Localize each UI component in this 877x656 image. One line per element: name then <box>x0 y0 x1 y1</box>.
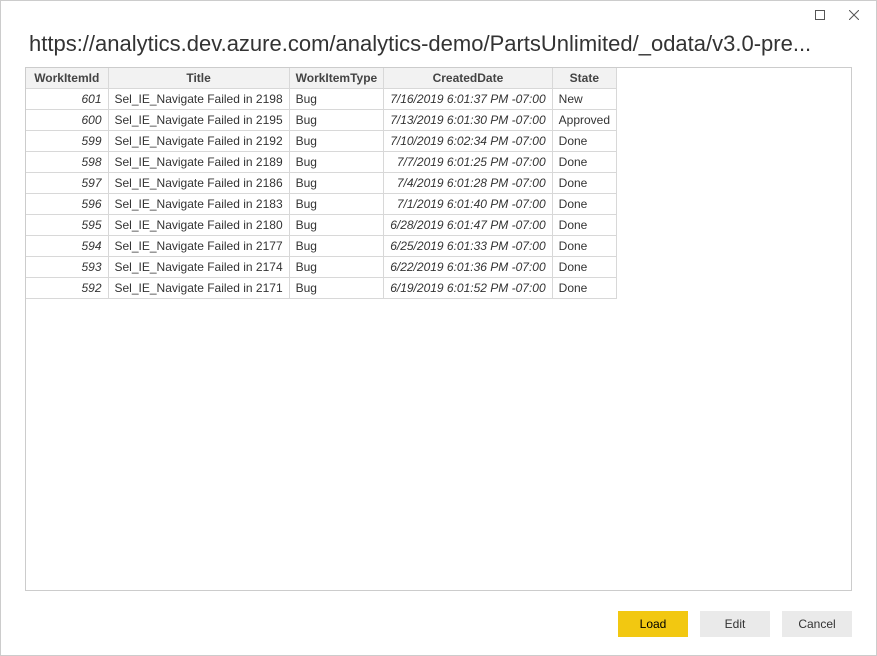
cell-createddate: 7/10/2019 6:02:34 PM -07:00 <box>384 131 552 152</box>
cell-workitemid: 594 <box>26 236 108 257</box>
page-title: https://analytics.dev.azure.com/analytic… <box>1 29 876 67</box>
cell-state: Done <box>552 152 616 173</box>
table-row[interactable]: 598Sel_IE_Navigate Failed in 2189Bug7/7/… <box>26 152 617 173</box>
cell-createddate: 7/4/2019 6:01:28 PM -07:00 <box>384 173 552 194</box>
cell-state: Done <box>552 278 616 299</box>
cell-title: Sel_IE_Navigate Failed in 2180 <box>108 215 289 236</box>
cell-workitemtype: Bug <box>289 257 384 278</box>
edit-button[interactable]: Edit <box>700 611 770 637</box>
cell-state: Done <box>552 131 616 152</box>
cell-title: Sel_IE_Navigate Failed in 2198 <box>108 89 289 110</box>
cell-workitemtype: Bug <box>289 110 384 131</box>
col-header-workitemtype[interactable]: WorkItemType <box>289 68 384 89</box>
cell-workitemid: 593 <box>26 257 108 278</box>
table-row[interactable]: 597Sel_IE_Navigate Failed in 2186Bug7/4/… <box>26 173 617 194</box>
cell-workitemtype: Bug <box>289 278 384 299</box>
table-row[interactable]: 596Sel_IE_Navigate Failed in 2183Bug7/1/… <box>26 194 617 215</box>
close-button[interactable] <box>840 5 868 25</box>
cell-workitemid: 597 <box>26 173 108 194</box>
maximize-icon <box>815 10 825 20</box>
table-row[interactable]: 595Sel_IE_Navigate Failed in 2180Bug6/28… <box>26 215 617 236</box>
cell-workitemid: 599 <box>26 131 108 152</box>
col-header-createddate[interactable]: CreatedDate <box>384 68 552 89</box>
cell-workitemtype: Bug <box>289 173 384 194</box>
cell-workitemid: 596 <box>26 194 108 215</box>
cancel-button[interactable]: Cancel <box>782 611 852 637</box>
cell-workitemid: 595 <box>26 215 108 236</box>
close-icon <box>849 10 859 20</box>
dialog-window: https://analytics.dev.azure.com/analytic… <box>0 0 877 656</box>
table-row[interactable]: 594Sel_IE_Navigate Failed in 2177Bug6/25… <box>26 236 617 257</box>
table-row[interactable]: 592Sel_IE_Navigate Failed in 2171Bug6/19… <box>26 278 617 299</box>
cell-title: Sel_IE_Navigate Failed in 2189 <box>108 152 289 173</box>
cell-workitemid: 601 <box>26 89 108 110</box>
col-header-workitemid[interactable]: WorkItemId <box>26 68 108 89</box>
cell-workitemid: 598 <box>26 152 108 173</box>
load-button[interactable]: Load <box>618 611 688 637</box>
cell-title: Sel_IE_Navigate Failed in 2192 <box>108 131 289 152</box>
cell-state: Done <box>552 215 616 236</box>
cell-workitemtype: Bug <box>289 215 384 236</box>
table-row[interactable]: 599Sel_IE_Navigate Failed in 2192Bug7/10… <box>26 131 617 152</box>
cell-createddate: 6/28/2019 6:01:47 PM -07:00 <box>384 215 552 236</box>
cell-state: Done <box>552 173 616 194</box>
col-header-title[interactable]: Title <box>108 68 289 89</box>
cell-createddate: 7/16/2019 6:01:37 PM -07:00 <box>384 89 552 110</box>
cell-createddate: 6/25/2019 6:01:33 PM -07:00 <box>384 236 552 257</box>
cell-state: Done <box>552 257 616 278</box>
table-body: 601Sel_IE_Navigate Failed in 2198Bug7/16… <box>26 89 617 299</box>
table-header-row: WorkItemId Title WorkItemType CreatedDat… <box>26 68 617 89</box>
cell-title: Sel_IE_Navigate Failed in 2177 <box>108 236 289 257</box>
table-row[interactable]: 600Sel_IE_Navigate Failed in 2195Bug7/13… <box>26 110 617 131</box>
cell-title: Sel_IE_Navigate Failed in 2171 <box>108 278 289 299</box>
cell-title: Sel_IE_Navigate Failed in 2195 <box>108 110 289 131</box>
maximize-button[interactable] <box>806 5 834 25</box>
cell-workitemtype: Bug <box>289 89 384 110</box>
cell-title: Sel_IE_Navigate Failed in 2186 <box>108 173 289 194</box>
cell-state: Done <box>552 236 616 257</box>
cell-workitemtype: Bug <box>289 131 384 152</box>
cell-title: Sel_IE_Navigate Failed in 2174 <box>108 257 289 278</box>
titlebar <box>1 1 876 29</box>
cell-state: New <box>552 89 616 110</box>
cell-createddate: 7/13/2019 6:01:30 PM -07:00 <box>384 110 552 131</box>
cell-workitemtype: Bug <box>289 194 384 215</box>
cell-state: Done <box>552 194 616 215</box>
cell-workitemid: 600 <box>26 110 108 131</box>
table-row[interactable]: 601Sel_IE_Navigate Failed in 2198Bug7/16… <box>26 89 617 110</box>
col-header-state[interactable]: State <box>552 68 616 89</box>
data-preview-panel[interactable]: WorkItemId Title WorkItemType CreatedDat… <box>25 67 852 591</box>
cell-createddate: 7/1/2019 6:01:40 PM -07:00 <box>384 194 552 215</box>
cell-title: Sel_IE_Navigate Failed in 2183 <box>108 194 289 215</box>
cell-createddate: 6/22/2019 6:01:36 PM -07:00 <box>384 257 552 278</box>
cell-workitemid: 592 <box>26 278 108 299</box>
cell-createddate: 6/19/2019 6:01:52 PM -07:00 <box>384 278 552 299</box>
cell-createddate: 7/7/2019 6:01:25 PM -07:00 <box>384 152 552 173</box>
table-row[interactable]: 593Sel_IE_Navigate Failed in 2174Bug6/22… <box>26 257 617 278</box>
cell-workitemtype: Bug <box>289 152 384 173</box>
dialog-footer: Load Edit Cancel <box>1 601 876 655</box>
data-table: WorkItemId Title WorkItemType CreatedDat… <box>26 68 617 299</box>
cell-workitemtype: Bug <box>289 236 384 257</box>
cell-state: Approved <box>552 110 616 131</box>
